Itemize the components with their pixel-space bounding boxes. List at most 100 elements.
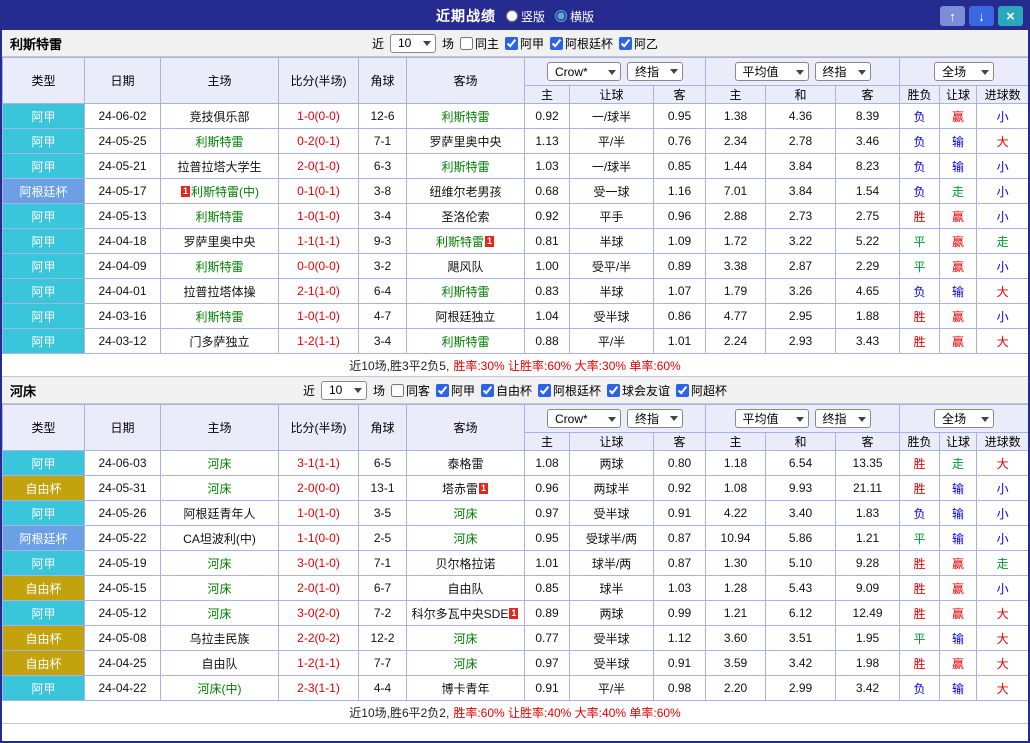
team-name-text: 自由队 bbox=[447, 581, 484, 596]
europe-home-odds: 3.60 bbox=[705, 625, 767, 651]
match-date: 24-05-21 bbox=[84, 153, 161, 179]
filter-checkbox[interactable] bbox=[435, 383, 449, 397]
filter-option[interactable]: 自由杯 bbox=[481, 382, 532, 399]
chevron-down-icon bbox=[670, 69, 679, 78]
corner-count: 2-5 bbox=[358, 525, 407, 551]
europe-final-select[interactable]: 终指 bbox=[814, 409, 871, 428]
europe-source-select[interactable]: 平均值 bbox=[734, 409, 809, 428]
filter-option[interactable]: 阿根廷杯 bbox=[550, 35, 613, 52]
match-count-select[interactable]: 10 bbox=[389, 33, 436, 53]
match-result: 胜 bbox=[899, 550, 941, 576]
asia-home-odds: 0.92 bbox=[524, 203, 570, 229]
asia-home-odds: 0.68 bbox=[524, 178, 570, 204]
europe-draw-odds: 2.99 bbox=[765, 675, 837, 701]
europe-draw-odds: 9.93 bbox=[765, 475, 837, 501]
horizontal-layout-radio[interactable] bbox=[555, 10, 567, 22]
home-team: 1 利斯特雷(中) bbox=[160, 178, 279, 204]
europe-home-odds: 4.22 bbox=[705, 500, 767, 526]
scope-select[interactable]: 全场 bbox=[934, 62, 995, 81]
corner-count: 3-4 bbox=[358, 203, 407, 229]
match-result: 平 bbox=[899, 625, 941, 651]
away-team: 圣洛伦索 bbox=[406, 203, 525, 229]
europe-home-odds: 2.88 bbox=[705, 203, 767, 229]
europe-draw-odds: 5.10 bbox=[765, 550, 837, 576]
close-button[interactable]: × bbox=[998, 6, 1023, 26]
asia-final-select[interactable]: 终指 bbox=[627, 408, 684, 428]
vertical-layout-radio[interactable] bbox=[505, 10, 518, 22]
asia-source-select[interactable]: Crow* bbox=[547, 62, 622, 82]
filter-checkbox[interactable] bbox=[676, 383, 690, 397]
match-row: 阿甲 24-05-25 利斯特雷 0-2(0-1) 7-1 罗萨里奥中央 1.13 平/半 0.… bbox=[2, 128, 1028, 154]
league-badge: 自由杯 bbox=[2, 650, 85, 676]
filter-option[interactable]: 球会友谊 bbox=[607, 382, 670, 399]
scope-select[interactable]: 全场 bbox=[934, 409, 995, 428]
asia-final-select[interactable]: 终指 bbox=[627, 61, 684, 81]
move-up-button[interactable]: ↑ bbox=[940, 6, 965, 26]
filter-option[interactable]: 阿超杯 bbox=[676, 382, 727, 399]
filter-checkbox[interactable] bbox=[607, 383, 621, 397]
handicap-result: 赢 bbox=[939, 650, 978, 676]
filter-option[interactable]: 阿甲 bbox=[505, 35, 544, 52]
recent-results-widget: 近期战绩 竖版 横版 ↑ ↓ × 利斯特雷近 10 场同主 阿甲 阿根廷杯 阿乙 类型 日期主… bbox=[0, 0, 1030, 743]
match-row: 阿甲 24-06-03 河床 3-1(1-1) 6-5 泰格雷 1.08 两球 0.80 1.18… bbox=[2, 450, 1028, 476]
layout-option-horizontal[interactable]: 横版 bbox=[555, 8, 594, 25]
europe-odds-header: 平均值 终指 bbox=[705, 57, 901, 86]
team-name-text: 自由队 bbox=[201, 656, 238, 671]
match-score: 1-0(1-0) bbox=[278, 203, 359, 229]
team-name-text: CA坦波利(中) bbox=[183, 531, 256, 546]
layout-option-vertical[interactable]: 竖版 bbox=[505, 8, 545, 25]
match-score: 1-2(1-1) bbox=[278, 650, 359, 676]
asia-handicap-line: 受半球 bbox=[569, 303, 654, 329]
europe-final-select[interactable]: 终指 bbox=[814, 62, 871, 81]
league-badge: 阿甲 bbox=[2, 228, 85, 254]
chevron-down-icon bbox=[608, 69, 617, 79]
filter-checkbox[interactable] bbox=[390, 383, 404, 397]
match-count-select[interactable]: 10 bbox=[320, 380, 367, 400]
team-name-text: 圣洛伦索 bbox=[441, 209, 490, 224]
filter-option-label: 球会友谊 bbox=[622, 383, 671, 398]
europe-home-odds: 1.30 bbox=[705, 550, 767, 576]
match-score: 1-2(1-1) bbox=[278, 328, 359, 354]
match-row: 阿甲 24-04-18 罗萨里奥中央 1-1(1-1) 9-3 利斯特雷 1 0.81 半球 1.… bbox=[2, 228, 1028, 254]
section-filter-bar: 河床 近 10 场 同客 阿甲 自由杯 阿根廷杯 球会友谊 阿超杯 bbox=[2, 377, 1028, 404]
match-score: 1-1(1-1) bbox=[278, 228, 359, 254]
europe-draw-odds: 2.87 bbox=[765, 253, 837, 279]
filter-option[interactable]: 阿甲 bbox=[435, 382, 475, 399]
league-badge: 阿甲 bbox=[2, 600, 85, 626]
handicap-result: 赢 bbox=[939, 550, 978, 576]
filter-checkbox[interactable] bbox=[538, 383, 552, 397]
column-header: 类型 bbox=[2, 57, 85, 104]
match-date: 24-06-02 bbox=[84, 103, 161, 129]
corner-count: 3-5 bbox=[358, 500, 407, 526]
match-date: 24-05-15 bbox=[84, 575, 161, 601]
filter-option[interactable]: 阿根廷杯 bbox=[538, 382, 601, 399]
match-result: 负 bbox=[899, 128, 941, 154]
asia-away-odds: 0.95 bbox=[652, 103, 707, 129]
handicap-result: 赢 bbox=[939, 103, 978, 129]
match-date: 24-05-17 bbox=[84, 178, 161, 204]
asia-source-select[interactable]: Crow* bbox=[547, 409, 622, 429]
asia-handicap-line: 球半/两 bbox=[569, 550, 654, 576]
filter-checkbox[interactable] bbox=[481, 383, 494, 397]
focus-team-name: 利斯特雷(中) bbox=[191, 184, 259, 199]
filter-checkbox[interactable] bbox=[459, 36, 473, 50]
europe-source-select[interactable]: 平均值 bbox=[734, 62, 809, 81]
asia-home-odds: 0.96 bbox=[524, 475, 570, 501]
home-team: 河床 bbox=[160, 475, 279, 501]
focus-team-name: 河床 bbox=[207, 556, 232, 571]
vertical-layout-label: 竖版 bbox=[520, 9, 545, 24]
filter-checkbox[interactable] bbox=[550, 36, 564, 50]
league-badge: 阿甲 bbox=[2, 128, 85, 154]
filter-option[interactable]: 阿乙 bbox=[619, 35, 658, 52]
filter-option[interactable]: 同主 bbox=[459, 35, 499, 52]
filter-option[interactable]: 同客 bbox=[390, 382, 430, 399]
sub-column-header: 进球数 bbox=[976, 85, 1028, 104]
filter-checkbox[interactable] bbox=[619, 36, 633, 50]
move-down-button[interactable]: ↓ bbox=[969, 6, 994, 26]
match-date: 24-05-25 bbox=[84, 128, 161, 154]
europe-home-odds: 1.21 bbox=[705, 600, 767, 626]
home-team: 利斯特雷 bbox=[160, 253, 279, 279]
asia-handicap-line: 平/半 bbox=[569, 675, 654, 701]
goals-result: 大 bbox=[976, 128, 1028, 154]
filter-checkbox[interactable] bbox=[505, 36, 518, 50]
